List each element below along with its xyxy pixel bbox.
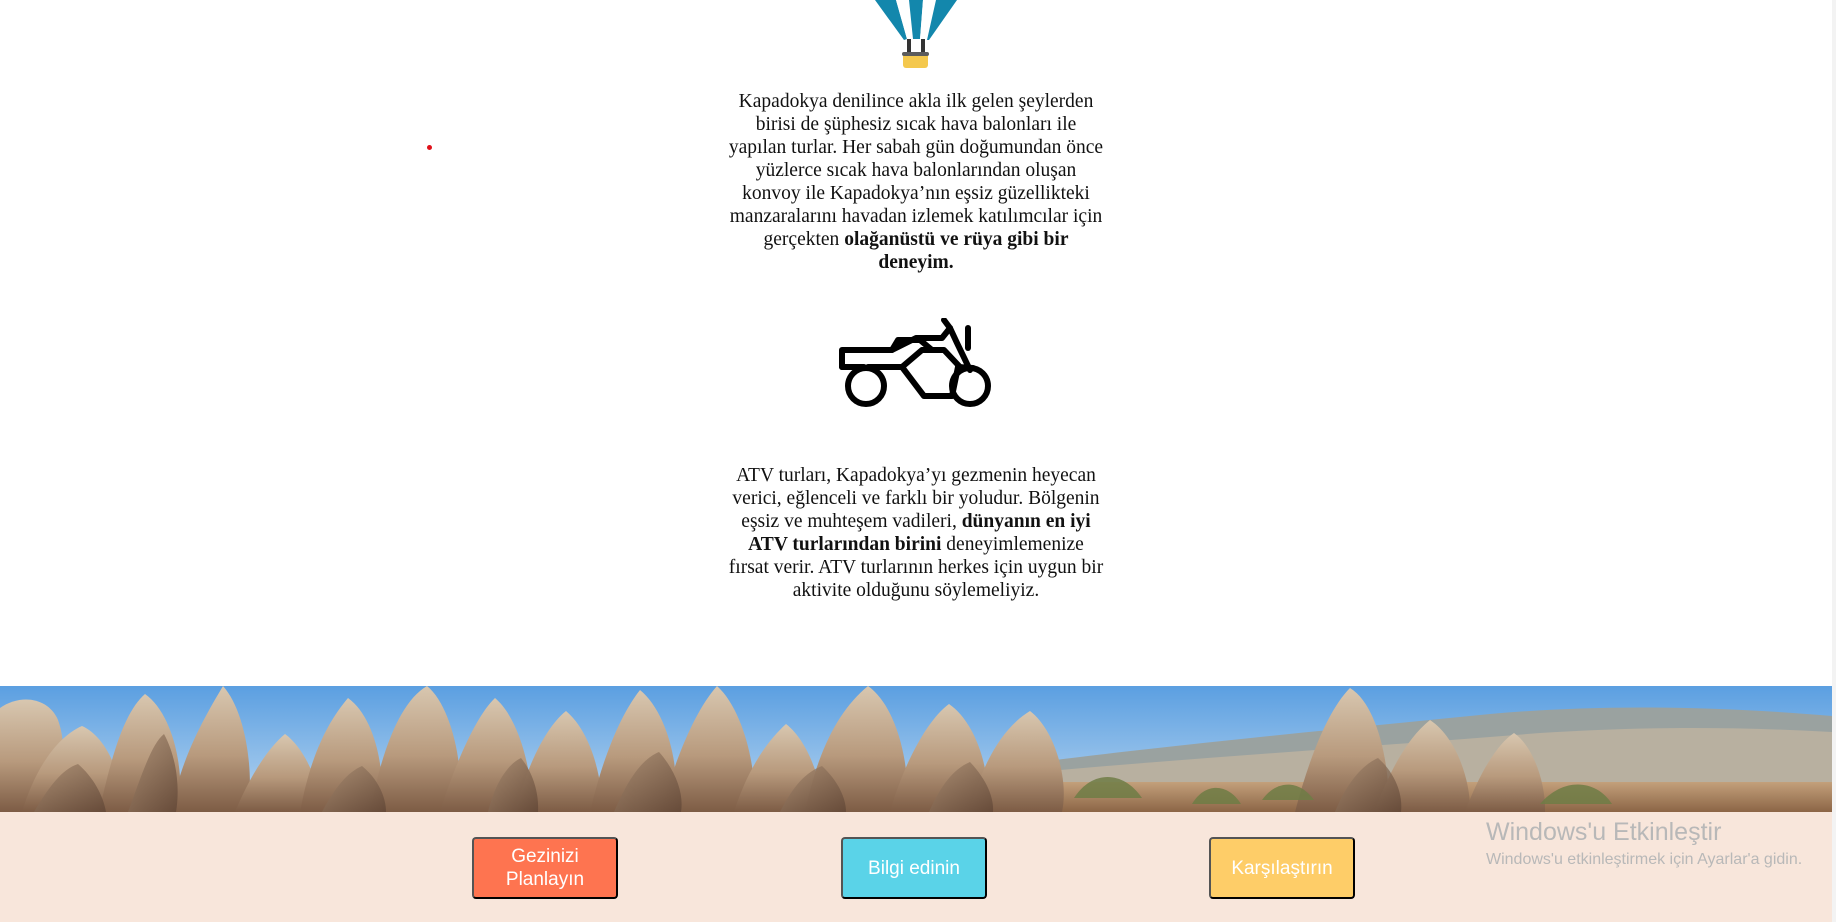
- compare-button[interactable]: Karşılaştırın: [1209, 837, 1355, 899]
- atv-tour-description: ATV turları, Kapadokya’yı gezmenin heyec…: [726, 464, 1106, 602]
- fairy-chimneys-image: [0, 686, 1832, 812]
- atv-motorcycle-icon: [839, 318, 991, 407]
- balloon-description-text: Kapadokya denilince akla ilk gelen şeyle…: [728, 91, 1104, 250]
- webpage: Kapadokya denilince akla ilk gelen şeyle…: [0, 0, 1836, 922]
- balloon-tour-description: Kapadokya denilince akla ilk gelen şeyle…: [726, 90, 1106, 274]
- main-content: Kapadokya denilince akla ilk gelen şeyle…: [0, 0, 1832, 922]
- red-dot-marker: [427, 145, 432, 150]
- get-information-button[interactable]: Bilgi edinin: [841, 837, 987, 899]
- balloon-highlight-text: olağanüstü ve rüya gibi bir deneyim.: [844, 229, 1069, 273]
- activation-watermark-subtitle: Windows'u etkinleştirmek için Ayarlar'a …: [1486, 851, 1803, 868]
- hot-air-balloon-icon: [875, 0, 957, 68]
- activation-watermark-title: Windows'u Etkinleştir: [1486, 818, 1722, 846]
- vertical-scrollbar[interactable]: [1832, 0, 1836, 922]
- windows-activation-watermark: Windows'u Etkinleştir Windows'u etkinleş…: [1486, 817, 1832, 872]
- cappadocia-landscape-banner: [0, 686, 1832, 812]
- plan-your-trip-button[interactable]: Gezinizi Planlayın: [472, 837, 618, 899]
